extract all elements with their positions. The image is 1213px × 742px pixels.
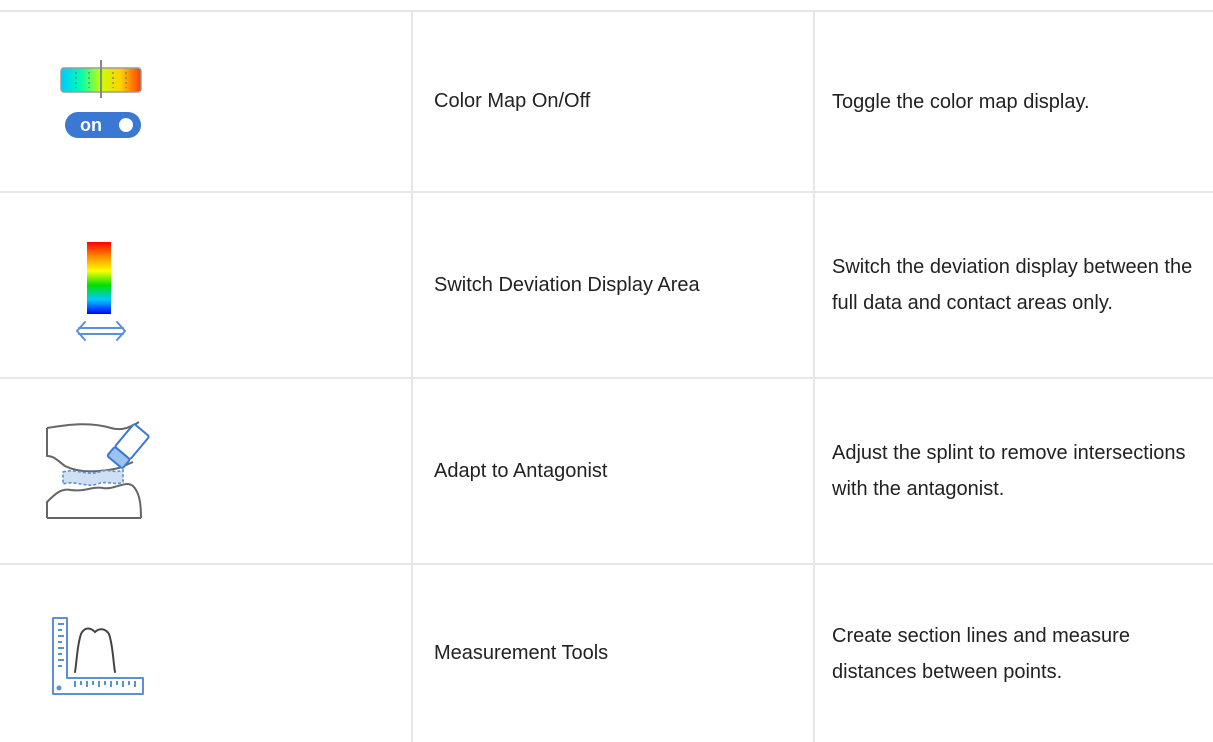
table-row: Switch Deviation Display Area Switch the… bbox=[0, 193, 1213, 377]
tool-name: Adapt to Antagonist bbox=[434, 459, 608, 482]
tool-table: on Color Map On/Off Toggle the color map… bbox=[0, 0, 1213, 742]
measurement-tools-icon bbox=[0, 565, 197, 742]
table-row: on Color Map On/Off Toggle the color map… bbox=[0, 12, 1213, 191]
tool-description: Create section lines and measure distanc… bbox=[815, 565, 1213, 742]
table-row: Adapt to Antagonist Adjust the splint to… bbox=[0, 379, 1213, 563]
tool-name: Measurement Tools bbox=[434, 642, 609, 664]
tool-description-text: Create section lines and measure distanc… bbox=[832, 624, 1130, 683]
tool-description-text: Toggle the color map display. bbox=[832, 90, 1090, 113]
tool-description: Toggle the color map display. bbox=[815, 12, 1213, 191]
tool-description-text: Adjust the splint to remove intersection… bbox=[832, 442, 1186, 500]
table-row: Measurement Tools Create section lines a… bbox=[0, 565, 1213, 742]
color-map-toggle-icon: on bbox=[0, 12, 197, 191]
adapt-antagonist-icon bbox=[0, 379, 197, 563]
deviation-area-switch-icon bbox=[0, 193, 197, 377]
tool-description-text: Switch the deviation display between the… bbox=[832, 256, 1193, 314]
toggle-on-label: on bbox=[80, 115, 102, 135]
tool-description: Adjust the splint to remove intersection… bbox=[815, 379, 1213, 563]
tool-name: Color Map On/Off bbox=[434, 90, 591, 112]
tool-description: Switch the deviation display between the… bbox=[815, 193, 1213, 377]
tool-name: Switch Deviation Display Area bbox=[434, 273, 700, 296]
